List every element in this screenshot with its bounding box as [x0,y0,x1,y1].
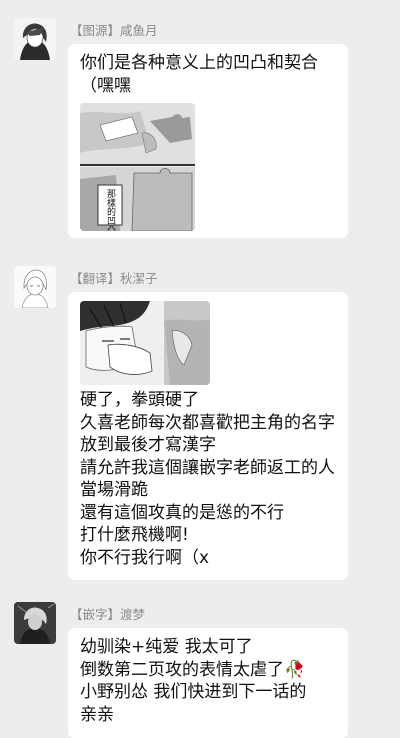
message-bubble[interactable]: 你们是各种意义上的凹凸和契合（嘿嘿 那樣的凹凸 [68,44,348,238]
avatar[interactable] [14,602,56,644]
avatar[interactable] [14,266,56,308]
message-bubble[interactable]: 幼驯染+纯爱 我太可了 倒数第二页攻的表情太虐了🥀 小野别怂 我们快进到下一话的… [68,628,348,738]
sender-name: 【图源】咸鱼月 [70,23,158,38]
message-bubble[interactable]: 硬了，拳頭硬了 久喜老師每次都喜歡把主角的名字放到最後才寫漢字 請允許我這個讓嵌… [68,292,348,580]
message-image[interactable] [80,301,210,385]
message-text: 你们是各种意义上的凹凸和契合（嘿嘿 [80,53,318,96]
sender-name: 【嵌字】渡梦 [70,607,146,622]
avatar[interactable] [14,18,56,60]
message-image[interactable]: 那樣的凹凸 [80,103,195,231]
image-caption: 那樣的凹凸 [105,189,116,231]
message-text: 硬了，拳頭硬了 久喜老師每次都喜歡把主角的名字放到最後才寫漢字 請允許我這個讓嵌… [80,390,335,568]
message-text: 幼驯染+纯爱 我太可了 倒数第二页攻的表情太虐了🥀 小野别怂 我们快进到下一话的… [80,637,307,725]
sender-name: 【翻译】秋潔子 [70,271,158,286]
